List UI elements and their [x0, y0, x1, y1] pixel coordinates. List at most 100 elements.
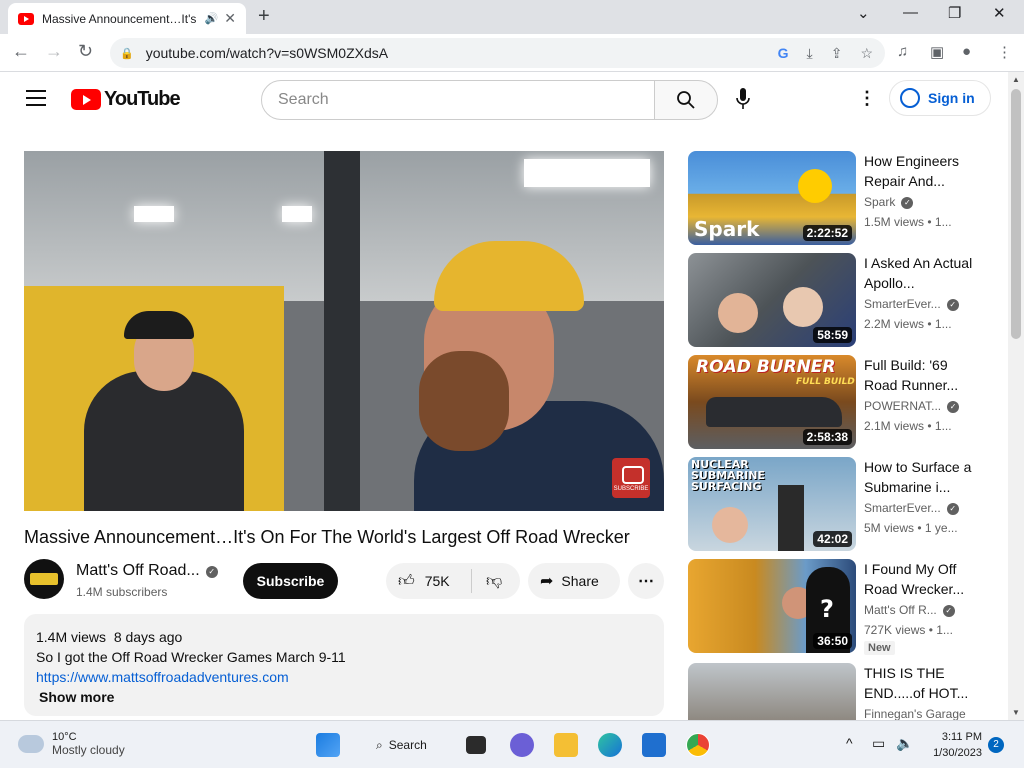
dislike-button[interactable]: 👎︎	[472, 572, 502, 591]
sign-in-button[interactable]: Sign in	[889, 80, 991, 116]
tab-close-icon[interactable]: ✕	[224, 10, 236, 27]
description-link[interactable]: https://www.mattsoffroadadventures.com	[36, 667, 652, 687]
recommendation-item[interactable]: NUCLEAR SUBMARINE SURFACING 42:02 How to…	[688, 457, 1008, 551]
recommendation-channel[interactable]: SmarterEver... ✓	[864, 501, 959, 515]
new-tab-button[interactable]: +	[258, 5, 270, 28]
browser-tab-youtube[interactable]: Massive Announcement…It's 🔊 ✕	[8, 3, 246, 34]
scroll-down-icon[interactable]: ▼	[1012, 708, 1020, 717]
back-arrow-icon[interactable]: ←	[12, 41, 30, 62]
recommendation-channel[interactable]: Matt's Off R... ✓	[864, 603, 955, 617]
weather-widget[interactable]: 10°C Mostly cloudy	[16, 727, 125, 757]
recommendation-channel[interactable]: POWERNAT... ✓	[864, 399, 960, 413]
profile-icon[interactable]: ●	[962, 43, 971, 60]
recommendation-stats: 1.5M views • 1...	[864, 215, 952, 229]
recommendation-title[interactable]: THIS IS THE END.....of HOT...	[864, 663, 974, 703]
recommendation-item[interactable]: Spark 2:22:52 How Engineers Repair And..…	[688, 151, 1008, 245]
recommendation-item[interactable]: ? 36:50 I Found My Off Road Wrecker... M…	[688, 559, 1008, 655]
video-frame-person	[84, 371, 244, 511]
youtube-play-icon	[71, 89, 101, 110]
recommendation-item[interactable]: ROAD BURNER FULL BUILD 2:58:38 Full Buil…	[688, 355, 1008, 449]
video-thumbnail[interactable]	[688, 663, 856, 720]
scrollbar-thumb[interactable]	[1011, 89, 1021, 339]
chrome-icon[interactable]	[686, 733, 710, 757]
subscribe-watermark-icon[interactable]: SUBSCRIBE	[612, 458, 650, 498]
recommendation-item[interactable]: 58:59 I Asked An Actual Apollo... Smarte…	[688, 253, 1008, 347]
hamburger-menu-icon[interactable]	[26, 90, 46, 106]
recommendation-item[interactable]: THIS IS THE END.....of HOT... Finnegan's…	[688, 663, 1008, 720]
search-input[interactable]: Search	[261, 80, 655, 120]
recommendation-title[interactable]: I Asked An Actual Apollo...	[864, 253, 974, 293]
bookmark-star-icon[interactable]: ☆	[860, 45, 873, 62]
share-page-icon[interactable]: ⇪	[831, 45, 843, 62]
description-box[interactable]: 1.4M views 8 days ago So I got the Off R…	[24, 614, 664, 716]
recommendation-channel[interactable]: Finnegan's Garage	[864, 707, 966, 720]
recommendation-stats: 2.2M views • 1...	[864, 317, 952, 331]
subscribe-button[interactable]: Subscribe	[243, 563, 338, 599]
address-bar[interactable]: 🔒 youtube.com/watch?v=s0WSM0ZXdsA G ⤓ ⇪ …	[110, 38, 885, 68]
channel-avatar[interactable]	[24, 559, 64, 599]
video-thumbnail[interactable]: ROAD BURNER FULL BUILD 2:58:38	[688, 355, 856, 449]
youtube-favicon-icon	[18, 12, 34, 25]
recommendation-age: 1...	[936, 623, 953, 637]
recommendation-title[interactable]: Full Build: '69 Road Runner...	[864, 355, 974, 395]
speaker-icon[interactable]: 🔊	[205, 12, 219, 25]
recommendation-title[interactable]: I Found My Off Road Wrecker...	[864, 559, 974, 599]
side-panel-icon[interactable]: ▣	[930, 43, 944, 61]
clock-time: 3:11 PM	[941, 731, 982, 743]
share-button[interactable]: ➦ Share	[528, 563, 620, 599]
google-icon[interactable]: G	[778, 45, 789, 62]
video-thumbnail[interactable]: 58:59	[688, 253, 856, 347]
install-icon[interactable]: ⤓	[807, 45, 813, 62]
channel-name[interactable]: Matt's Off Road... ✓	[76, 562, 218, 580]
maximize-icon[interactable]: ❐	[948, 4, 961, 22]
window-close-icon[interactable]: ✕	[993, 4, 1006, 22]
media-control-icon[interactable]: ♫	[897, 43, 908, 60]
video-thumbnail[interactable]: Spark 2:22:52	[688, 151, 856, 245]
lock-icon[interactable]: 🔒	[120, 47, 134, 60]
taskbar-search[interactable]: ⌕ Search	[364, 728, 444, 762]
volume-icon[interactable]: 🔈	[896, 735, 913, 752]
show-hidden-icons-chevron-icon[interactable]: ^	[846, 735, 853, 751]
recommendation-channel-text[interactable]: SmarterEver...	[864, 501, 941, 515]
notification-badge[interactable]: 2	[988, 737, 1004, 753]
like-button[interactable]: 👍︎ 75K	[386, 569, 472, 593]
video-player[interactable]: SUBSCRIBE	[24, 151, 664, 511]
network-icon[interactable]: ▭	[872, 735, 885, 752]
system-clock[interactable]: 3:11 PM 1/30/2023	[920, 729, 982, 761]
task-view-icon[interactable]	[466, 736, 486, 754]
recommendation-age: 1...	[934, 419, 952, 433]
forward-arrow-icon[interactable]: →	[45, 41, 63, 62]
recommendation-title[interactable]: How to Surface a Submarine i...	[864, 457, 974, 497]
recommendation-channel-text[interactable]: POWERNAT...	[864, 399, 941, 413]
settings-more-icon[interactable]: ⋮	[858, 88, 876, 109]
tab-search-chevron-icon[interactable]: ⌄	[857, 4, 870, 22]
chrome-menu-icon[interactable]: ⋮	[997, 43, 1012, 61]
store-icon[interactable]	[642, 733, 666, 757]
scroll-up-icon[interactable]: ▲	[1012, 75, 1020, 84]
chat-icon[interactable]	[510, 733, 534, 757]
recommendation-channel-text[interactable]: Matt's Off R...	[864, 603, 937, 617]
video-thumbnail[interactable]: ? 36:50	[688, 559, 856, 653]
more-actions-button[interactable]: ⋯	[628, 563, 664, 599]
microphone-icon[interactable]	[736, 88, 750, 110]
thumbnail-subtext: FULL BUILD	[796, 377, 855, 387]
recommendation-title[interactable]: How Engineers Repair And...	[864, 151, 974, 191]
recommendation-channel-text[interactable]: Spark	[864, 195, 895, 209]
file-explorer-icon[interactable]	[554, 733, 578, 757]
minimize-icon[interactable]: —	[903, 4, 918, 21]
edge-icon[interactable]	[598, 733, 622, 757]
search-button[interactable]	[654, 80, 718, 120]
recommendation-channel[interactable]: Spark ✓	[864, 195, 914, 209]
channel-name-text[interactable]: Matt's Off Road...	[76, 562, 200, 579]
video-thumbnail[interactable]: NUCLEAR SUBMARINE SURFACING 42:02	[688, 457, 856, 551]
thumbnail-graphic	[778, 485, 804, 551]
reload-icon[interactable]: ↻	[78, 41, 93, 62]
page-scrollbar[interactable]: ▲ ▼	[1008, 72, 1024, 720]
youtube-logo[interactable]: YouTube	[71, 88, 181, 111]
recommendation-channel[interactable]: SmarterEver... ✓	[864, 297, 959, 311]
recommendation-channel-text[interactable]: SmarterEver...	[864, 297, 941, 311]
thumbnail-graphic	[712, 507, 748, 543]
show-more-button[interactable]: Show more	[39, 687, 652, 707]
url-text[interactable]: youtube.com/watch?v=s0WSM0ZXdsA	[146, 45, 388, 61]
windows-start-icon[interactable]	[316, 733, 340, 757]
